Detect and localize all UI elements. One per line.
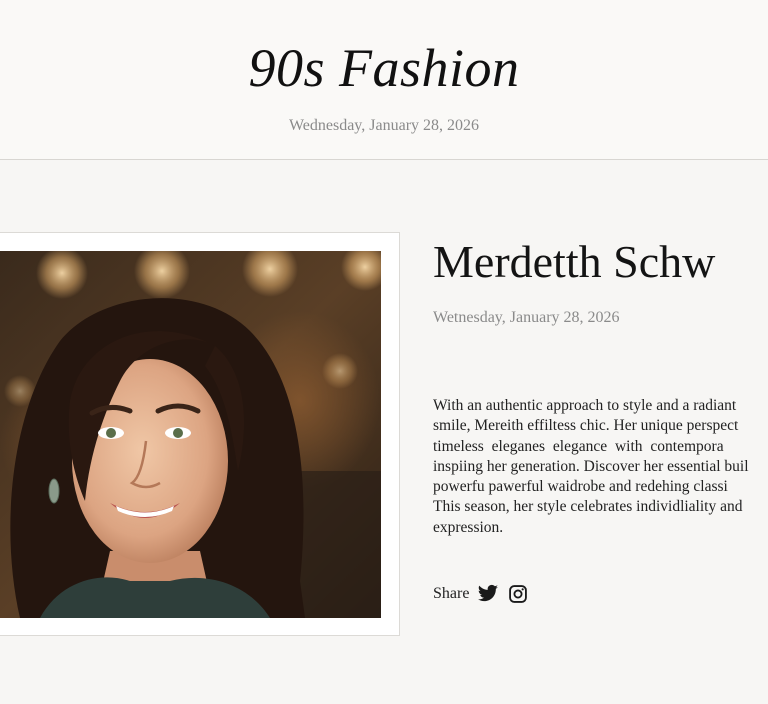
article-body: With an authentic approach to style and …	[433, 396, 768, 541]
profile-photo	[0, 251, 381, 618]
body-line: powerfu pawerful waidrobe and redehing c…	[433, 478, 728, 496]
body-line: With an authentic approach to style and …	[433, 397, 737, 414]
body-line: smile, Mereith effiltess chic. Her uniqu…	[433, 417, 739, 435]
site-header: 90s Fashion Wednesday, January 28, 2026	[0, 0, 768, 160]
body-line: inspiing her generation. Discover her es…	[433, 457, 749, 475]
article-date: Wetnesday, January 28, 2026	[433, 309, 620, 326]
body-line: expression.	[433, 518, 504, 536]
twitter-icon[interactable]	[477, 583, 499, 605]
site-date: Wednesday, January 28, 2026	[288, 117, 480, 134]
article-title[interactable]: Merdetth Schw	[433, 232, 768, 292]
header-divider	[0, 159, 768, 160]
instagram-icon[interactable]	[507, 583, 529, 605]
share-label: Share	[433, 585, 470, 602]
body-line: This season, her style celebrates indivi…	[433, 498, 743, 516]
share-bar: Share	[433, 583, 529, 605]
site-title[interactable]: 90s Fashion	[0, 36, 768, 100]
body-line: timeless eleganes elegance with contempo…	[433, 437, 724, 455]
